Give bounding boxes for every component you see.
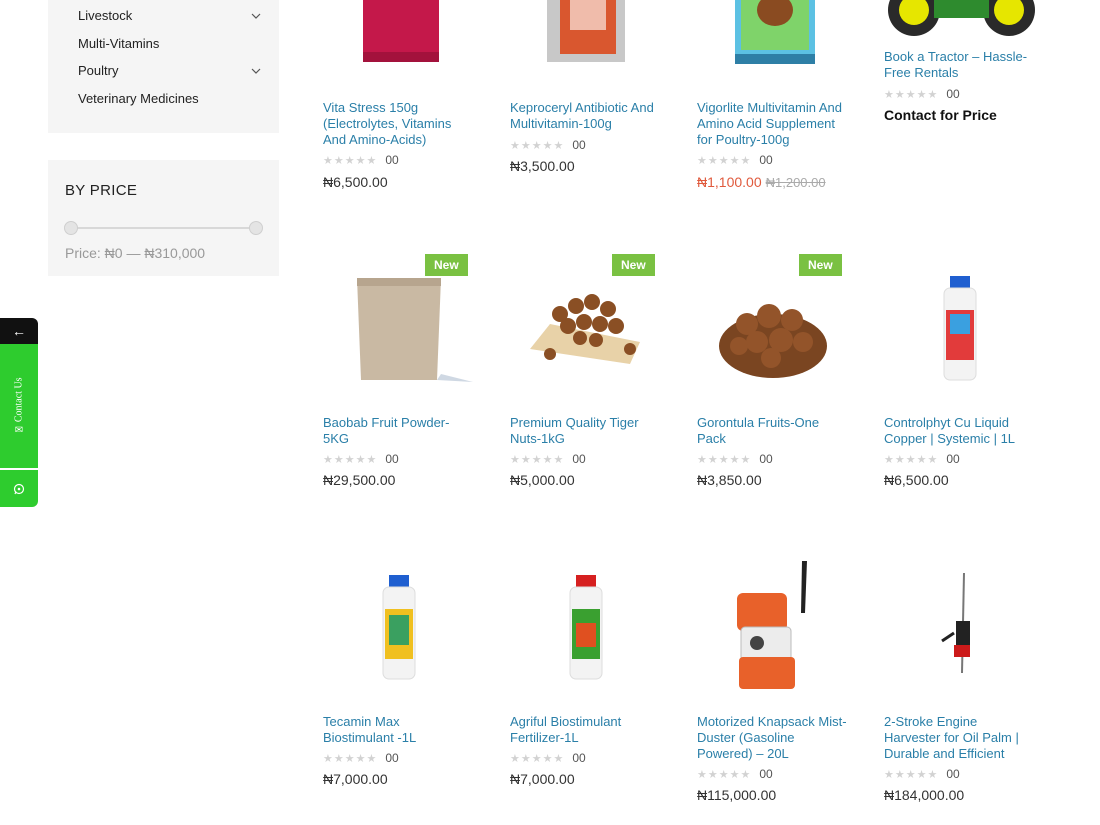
product-price: ₦3,850.00 — [697, 472, 762, 488]
product-rating: ★★★★★ 00 — [323, 153, 399, 167]
price-slider-track[interactable] — [70, 227, 256, 229]
star-rating-icon: ★★★★★ — [884, 453, 939, 466]
whatsapp-icon — [13, 483, 25, 494]
product-title[interactable]: 2-Stroke Engine Harvester for Oil Palm |… — [884, 714, 1034, 762]
product-image[interactable] — [510, 553, 662, 693]
product-image[interactable] — [884, 553, 1036, 693]
product-price: ₦3,500.00 — [510, 158, 575, 174]
star-rating-icon: ★★★★★ — [323, 154, 378, 167]
product-title[interactable]: Motorized Knapsack Mist-Duster (Gasoline… — [697, 714, 847, 762]
product-price: ₦5,000.00 — [510, 472, 575, 488]
product-rating: ★★★★★ 00 — [323, 452, 399, 466]
product-rating: ★★★★★ 00 — [510, 751, 586, 765]
category-livestock[interactable]: Livestock — [78, 8, 132, 23]
star-rating-icon: ★★★★★ — [884, 768, 939, 781]
product-price: ₦29,500.00 — [323, 472, 396, 488]
product-title[interactable]: Agriful Biostimulant Fertilizer-1L — [510, 714, 660, 746]
new-badge: New — [425, 254, 468, 276]
new-badge: New — [799, 254, 842, 276]
product-title[interactable]: Baobab Fruit Powder-5KG — [323, 415, 473, 447]
price-filter-title: BY PRICE — [65, 182, 138, 199]
star-rating-icon: ★★★★★ — [323, 752, 378, 765]
product-title[interactable]: Keproceryl Antibiotic And Multivitamin-1… — [510, 100, 660, 132]
price-slider-min-handle[interactable] — [64, 221, 78, 235]
star-rating-icon: ★★★★★ — [697, 768, 752, 781]
category-poultry[interactable]: Poultry — [78, 63, 118, 78]
star-rating-icon: ★★★★★ — [884, 88, 939, 101]
product-price: ₦7,000.00 — [510, 771, 575, 787]
product-price: ₦6,500.00 — [884, 472, 949, 488]
new-badge: New — [612, 254, 655, 276]
product-image[interactable] — [884, 0, 1036, 40]
chevron-down-icon[interactable] — [251, 66, 261, 76]
product-rating: ★★★★★ 00 — [884, 767, 960, 781]
product-rating: ★★★★★ 00 — [884, 87, 960, 101]
product-price: ₦115,000.00 — [697, 787, 777, 803]
product-image[interactable] — [510, 0, 662, 70]
star-rating-icon: ★★★★★ — [697, 154, 752, 167]
product-image[interactable] — [323, 553, 475, 693]
price-slider-max-handle[interactable] — [249, 221, 263, 235]
contact-for-price-link[interactable]: Contact for Price — [884, 107, 997, 123]
product-title[interactable]: Book a Tractor – Hassle-Free Rentals — [884, 49, 1034, 81]
product-price: ₦184,000.00 — [884, 787, 965, 803]
product-image[interactable] — [697, 0, 849, 70]
product-image[interactable] — [697, 553, 849, 703]
product-rating: ★★★★★ 00 — [697, 153, 773, 167]
product-rating: ★★★★★ 00 — [697, 452, 773, 466]
category-veterinary-medicines[interactable]: Veterinary Medicines — [78, 91, 199, 106]
whatsapp-button[interactable] — [0, 470, 38, 507]
product-rating: ★★★★★ 00 — [510, 138, 586, 152]
collapse-arrow-button[interactable]: ← — [0, 318, 38, 344]
product-image[interactable] — [323, 0, 475, 70]
contact-us-tab[interactable]: ✉Contact Us — [0, 344, 38, 468]
chevron-down-icon[interactable] — [251, 11, 261, 21]
product-price: ₦6,500.00 — [323, 174, 388, 190]
product-rating: ★★★★★ 00 — [323, 751, 399, 765]
product-title[interactable]: Controlphyt Cu Liquid Copper | Systemic … — [884, 415, 1034, 447]
category-multi-vitamins[interactable]: Multi-Vitamins — [78, 36, 159, 51]
envelope-icon: ✉ — [14, 424, 24, 436]
product-rating: ★★★★★ 00 — [884, 452, 960, 466]
star-rating-icon: ★★★★★ — [697, 453, 752, 466]
star-rating-icon: ★★★★★ — [510, 139, 565, 152]
price-range-label: Price: ₦0 — ₦310,000 — [65, 245, 206, 261]
product-title[interactable]: Gorontula Fruits-One Pack — [697, 415, 847, 447]
product-title[interactable]: Tecamin Max Biostimulant -1L — [323, 714, 473, 746]
star-rating-icon: ★★★★★ — [510, 752, 565, 765]
price-filter-widget: BY PRICE Price: ₦0 — ₦310,000 — [48, 160, 279, 276]
product-rating: ★★★★★ 00 — [697, 767, 773, 781]
product-image[interactable] — [884, 254, 1036, 394]
product-price: ₦1,100.00 ₦1,200.00 — [697, 174, 826, 190]
product-title[interactable]: Premium Quality Tiger Nuts-1kG — [510, 415, 660, 447]
star-rating-icon: ★★★★★ — [323, 453, 378, 466]
star-rating-icon: ★★★★★ — [510, 453, 565, 466]
product-price: ₦7,000.00 — [323, 771, 388, 787]
product-title[interactable]: Vigorlite Multivitamin And Amino Acid Su… — [697, 100, 847, 148]
product-title[interactable]: Vita Stress 150g (Electrolytes, Vitamins… — [323, 100, 473, 148]
category-widget: Livestock Multi-Vitamins Poultry Veterin… — [48, 0, 279, 133]
product-rating: ★★★★★ 00 — [510, 452, 586, 466]
contact-us-label: ✉Contact Us — [13, 377, 25, 436]
